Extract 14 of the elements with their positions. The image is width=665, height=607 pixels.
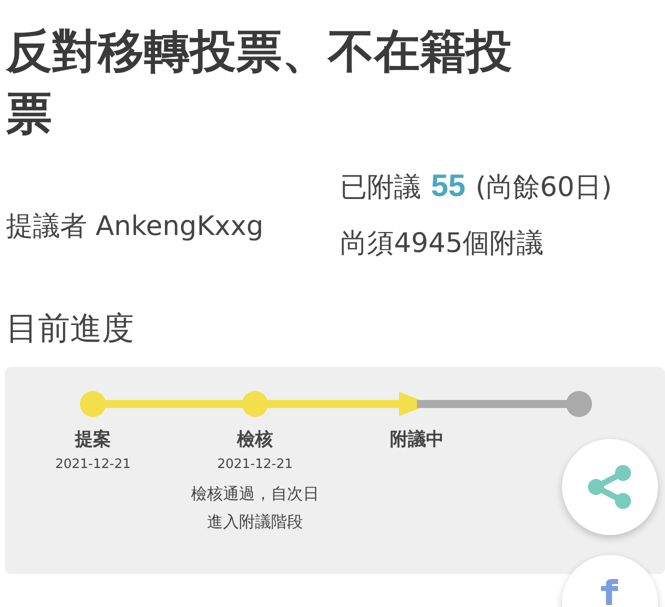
step-label: 附議中 — [390, 428, 444, 451]
remaining-days: (尚餘60日) — [475, 169, 612, 205]
step-label: 提案 — [75, 428, 111, 451]
progress-heading: 目前進度 — [6, 308, 135, 349]
proposer-text: 提議者 AnkengKxxg — [6, 211, 264, 242]
share-icon — [586, 465, 634, 509]
endorsement-label: 已附議 — [340, 171, 421, 205]
step-note: 檢核通過，自次日進入附議階段 — [190, 483, 320, 533]
needed-text: 尚須4945個附議 — [340, 227, 545, 261]
petition-title: 反對移轉投票、不在籍投票 — [4, 23, 513, 142]
step-date: 2021-12-21 — [55, 457, 131, 472]
step-label: 檢核 — [237, 428, 273, 451]
step-date: 2021-12-21 — [217, 457, 293, 472]
endorsement-count: 55 — [431, 168, 466, 204]
